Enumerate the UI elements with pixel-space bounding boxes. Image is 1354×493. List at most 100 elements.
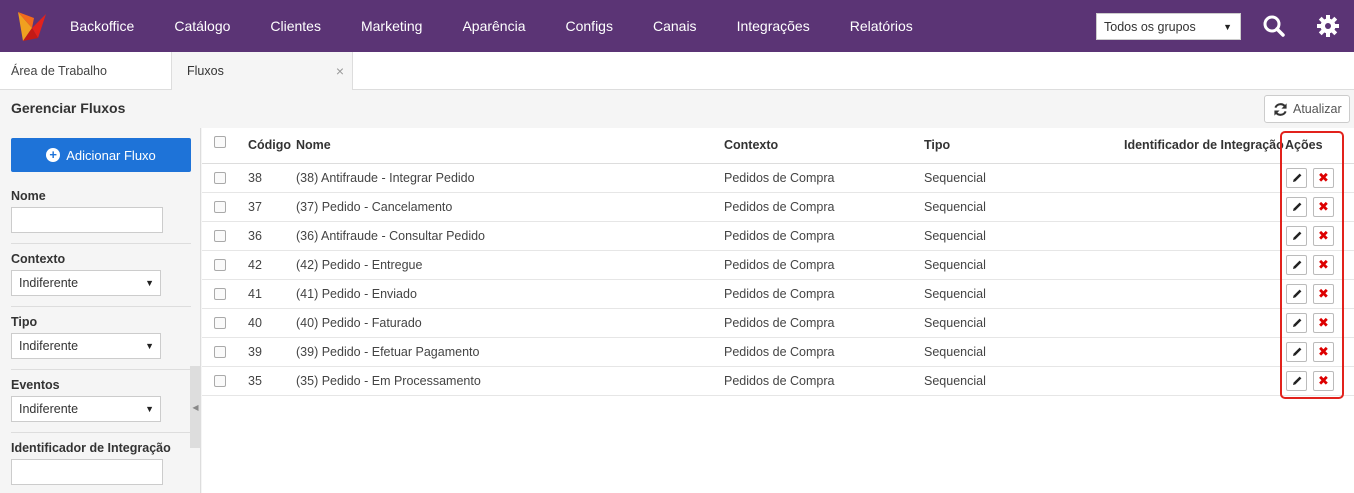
nav-item-aparencia[interactable]: Aparência bbox=[442, 0, 545, 52]
tab-fluxos[interactable]: Fluxos × bbox=[172, 52, 353, 91]
context-filter-value: Indiferente bbox=[19, 276, 79, 290]
table-row[interactable]: 37 (37) Pedido - Cancelamento Pedidos de… bbox=[202, 193, 1354, 222]
nav-item-catalogo[interactable]: Catálogo bbox=[154, 0, 250, 52]
type-filter-select[interactable]: Indiferente ▼ bbox=[11, 333, 161, 359]
cell-context: Pedidos de Compra bbox=[724, 171, 835, 185]
edit-button[interactable] bbox=[1286, 342, 1307, 362]
delete-button[interactable]: ✖ bbox=[1313, 284, 1334, 304]
name-filter-input[interactable] bbox=[11, 207, 163, 233]
context-filter-select[interactable]: Indiferente ▼ bbox=[11, 270, 161, 296]
gear-icon[interactable] bbox=[1316, 14, 1340, 38]
table-row[interactable]: 41 (41) Pedido - Enviado Pedidos de Comp… bbox=[202, 280, 1354, 309]
edit-button[interactable] bbox=[1286, 226, 1307, 246]
cell-name: (35) Pedido - Em Processamento bbox=[296, 374, 481, 388]
nav-item-marketing[interactable]: Marketing bbox=[341, 0, 442, 52]
row-checkbox[interactable] bbox=[214, 317, 226, 329]
pencil-icon bbox=[1292, 376, 1301, 385]
delete-button[interactable]: ✖ bbox=[1313, 255, 1334, 275]
refresh-button[interactable]: Atualizar bbox=[1264, 95, 1350, 123]
row-checkbox[interactable] bbox=[214, 375, 226, 387]
delete-icon: ✖ bbox=[1318, 315, 1329, 330]
cell-context: Pedidos de Compra bbox=[724, 229, 835, 243]
group-select[interactable]: Todos os grupos ▼ bbox=[1096, 13, 1241, 40]
table-row[interactable]: 42 (42) Pedido - Entregue Pedidos de Com… bbox=[202, 251, 1354, 280]
close-icon[interactable]: × bbox=[336, 52, 344, 90]
cell-type: Sequencial bbox=[924, 229, 986, 243]
add-flow-button[interactable]: + Adicionar Fluxo bbox=[11, 138, 191, 172]
column-header-name[interactable]: Nome bbox=[296, 128, 331, 163]
collapse-sidebar-handle[interactable]: ◀ bbox=[190, 366, 201, 448]
row-checkbox[interactable] bbox=[214, 201, 226, 213]
cell-code: 38 bbox=[248, 171, 262, 185]
tab-area-de-trabalho[interactable]: Área de Trabalho bbox=[0, 52, 172, 90]
caret-down-icon: ▼ bbox=[1223, 22, 1232, 32]
caret-down-icon: ▼ bbox=[145, 341, 154, 351]
cell-context: Pedidos de Compra bbox=[724, 316, 835, 330]
nav-item-canais[interactable]: Canais bbox=[633, 0, 717, 52]
delete-button[interactable]: ✖ bbox=[1313, 197, 1334, 217]
integration-filter-input[interactable] bbox=[11, 459, 163, 485]
column-header-code[interactable]: Código bbox=[248, 128, 291, 163]
nav-item-backoffice[interactable]: Backoffice bbox=[58, 0, 154, 52]
cell-code: 41 bbox=[248, 287, 262, 301]
table-row[interactable]: 40 (40) Pedido - Faturado Pedidos de Com… bbox=[202, 309, 1354, 338]
column-header-context[interactable]: Contexto bbox=[724, 128, 778, 163]
refresh-label: Atualizar bbox=[1293, 102, 1342, 116]
tab-label: Área de Trabalho bbox=[11, 64, 107, 78]
delete-icon: ✖ bbox=[1318, 344, 1329, 359]
filter-sidebar: + Adicionar Fluxo Nome Contexto Indifere… bbox=[0, 128, 201, 493]
table-row[interactable]: 35 (35) Pedido - Em Processamento Pedido… bbox=[202, 367, 1354, 396]
cell-context: Pedidos de Compra bbox=[724, 374, 835, 388]
delete-button[interactable]: ✖ bbox=[1313, 168, 1334, 188]
pencil-icon bbox=[1292, 260, 1301, 269]
pencil-icon bbox=[1292, 347, 1301, 356]
column-header-integration[interactable]: Identificador de Integração bbox=[1124, 128, 1284, 163]
search-icon[interactable] bbox=[1262, 14, 1286, 38]
delete-button[interactable]: ✖ bbox=[1313, 371, 1334, 391]
page-content: Gerenciar Fluxos Atualizar + Adicionar F… bbox=[0, 90, 1354, 493]
events-filter-select[interactable]: Indiferente ▼ bbox=[11, 396, 161, 422]
edit-button[interactable] bbox=[1286, 313, 1307, 333]
row-checkbox[interactable] bbox=[214, 172, 226, 184]
cell-code: 36 bbox=[248, 229, 262, 243]
caret-down-icon: ▼ bbox=[145, 404, 154, 414]
delete-button[interactable]: ✖ bbox=[1313, 342, 1334, 362]
refresh-icon bbox=[1274, 102, 1287, 116]
app-logo[interactable] bbox=[14, 8, 50, 44]
edit-button[interactable] bbox=[1286, 168, 1307, 188]
pencil-icon bbox=[1292, 173, 1301, 182]
pencil-icon bbox=[1292, 202, 1301, 211]
edit-button[interactable] bbox=[1286, 284, 1307, 304]
nav-item-integracoes[interactable]: Integrações bbox=[717, 0, 830, 52]
nav-item-clientes[interactable]: Clientes bbox=[250, 0, 341, 52]
cell-code: 37 bbox=[248, 200, 262, 214]
delete-icon: ✖ bbox=[1318, 373, 1329, 388]
edit-button[interactable] bbox=[1286, 197, 1307, 217]
cell-type: Sequencial bbox=[924, 316, 986, 330]
delete-button[interactable]: ✖ bbox=[1313, 226, 1334, 246]
type-filter-label: Tipo bbox=[11, 315, 38, 329]
table-row[interactable]: 38 (38) Antifraude - Integrar Pedido Ped… bbox=[202, 164, 1354, 193]
table-row[interactable]: 39 (39) Pedido - Efetuar Pagamento Pedid… bbox=[202, 338, 1354, 367]
select-all-checkbox[interactable] bbox=[214, 136, 226, 148]
nav-item-configs[interactable]: Configs bbox=[546, 0, 633, 52]
row-checkbox[interactable] bbox=[214, 230, 226, 242]
events-filter-label: Eventos bbox=[11, 378, 60, 392]
nav-item-relatorios[interactable]: Relatórios bbox=[830, 0, 933, 52]
row-checkbox[interactable] bbox=[214, 259, 226, 271]
edit-button[interactable] bbox=[1286, 371, 1307, 391]
cell-context: Pedidos de Compra bbox=[724, 345, 835, 359]
divider bbox=[11, 243, 191, 244]
cell-type: Sequencial bbox=[924, 258, 986, 272]
top-navbar: Backoffice Catálogo Clientes Marketing A… bbox=[0, 0, 1354, 52]
row-checkbox[interactable] bbox=[214, 288, 226, 300]
pencil-icon bbox=[1292, 231, 1301, 240]
delete-button[interactable]: ✖ bbox=[1313, 313, 1334, 333]
table-row[interactable]: 36 (36) Antifraude - Consultar Pedido Pe… bbox=[202, 222, 1354, 251]
row-checkbox[interactable] bbox=[214, 346, 226, 358]
tab-bar: Área de Trabalho Fluxos × bbox=[0, 52, 1354, 91]
cell-name: (36) Antifraude - Consultar Pedido bbox=[296, 229, 485, 243]
cell-type: Sequencial bbox=[924, 200, 986, 214]
column-header-type[interactable]: Tipo bbox=[924, 128, 950, 163]
edit-button[interactable] bbox=[1286, 255, 1307, 275]
